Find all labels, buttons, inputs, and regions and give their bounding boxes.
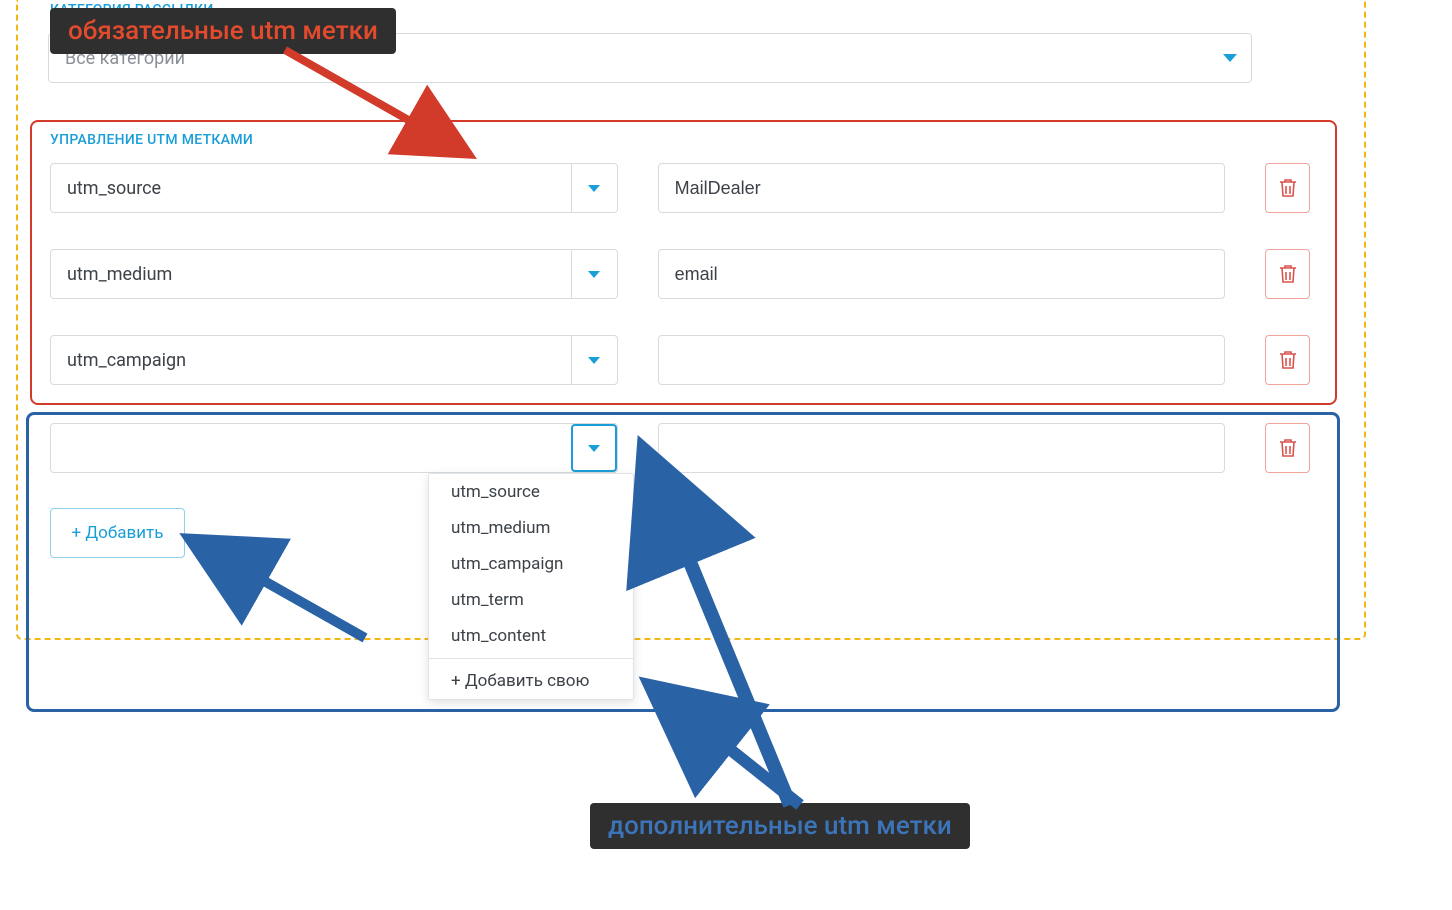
dropdown-option[interactable]: utm_medium (429, 510, 633, 546)
delete-button[interactable] (1265, 335, 1310, 385)
utm-key-select[interactable]: utm_source (50, 163, 618, 213)
trash-icon (1279, 350, 1297, 370)
add-utm-button[interactable]: + Добавить (50, 508, 185, 558)
utm-row (50, 423, 1310, 473)
dropdown-add-custom[interactable]: + Добавить свою (429, 663, 633, 699)
utm-row: utm_medium (50, 249, 1310, 299)
delete-button[interactable] (1265, 163, 1310, 213)
utm-key-select[interactable]: utm_medium (50, 249, 618, 299)
chevron-down-icon (588, 185, 600, 192)
utm-key-dropdown: utm_source utm_medium utm_campaign utm_t… (428, 473, 634, 700)
chevron-down-icon (588, 445, 600, 452)
utm-row: utm_source (50, 163, 1310, 213)
utm-value-input[interactable] (658, 249, 1226, 299)
select-chevron[interactable] (571, 424, 617, 472)
chevron-down-icon (1223, 54, 1237, 62)
dropdown-option[interactable]: utm_term (429, 582, 633, 618)
chevron-down-icon (588, 271, 600, 278)
delete-button[interactable] (1265, 423, 1310, 473)
utm-key-select[interactable]: utm_campaign (50, 335, 618, 385)
select-chevron[interactable] (571, 336, 617, 384)
trash-icon (1279, 178, 1297, 198)
utm-key-value: utm_medium (67, 264, 172, 285)
select-chevron[interactable] (571, 164, 617, 212)
select-chevron[interactable] (571, 250, 617, 298)
utm-value-input[interactable] (658, 335, 1226, 385)
dropdown-divider (429, 658, 633, 659)
chevron-down-icon (588, 357, 600, 364)
trash-icon (1279, 264, 1297, 284)
utm-section-label: УПРАВЛЕНИЕ UTM МЕТКАМИ (50, 132, 253, 148)
utm-value-input[interactable] (658, 163, 1226, 213)
dropdown-option[interactable]: utm_content (429, 618, 633, 654)
dropdown-option[interactable]: utm_source (429, 474, 633, 510)
utm-key-value: utm_source (67, 178, 161, 199)
utm-value-input[interactable] (658, 423, 1226, 473)
callout-additional: дополнительные utm метки (590, 803, 970, 849)
callout-required: обязательные utm метки (50, 8, 396, 54)
utm-key-value: utm_campaign (67, 350, 186, 371)
trash-icon (1279, 438, 1297, 458)
delete-button[interactable] (1265, 249, 1310, 299)
dropdown-option[interactable]: utm_campaign (429, 546, 633, 582)
utm-row: utm_campaign (50, 335, 1310, 385)
utm-key-select[interactable] (50, 423, 618, 473)
